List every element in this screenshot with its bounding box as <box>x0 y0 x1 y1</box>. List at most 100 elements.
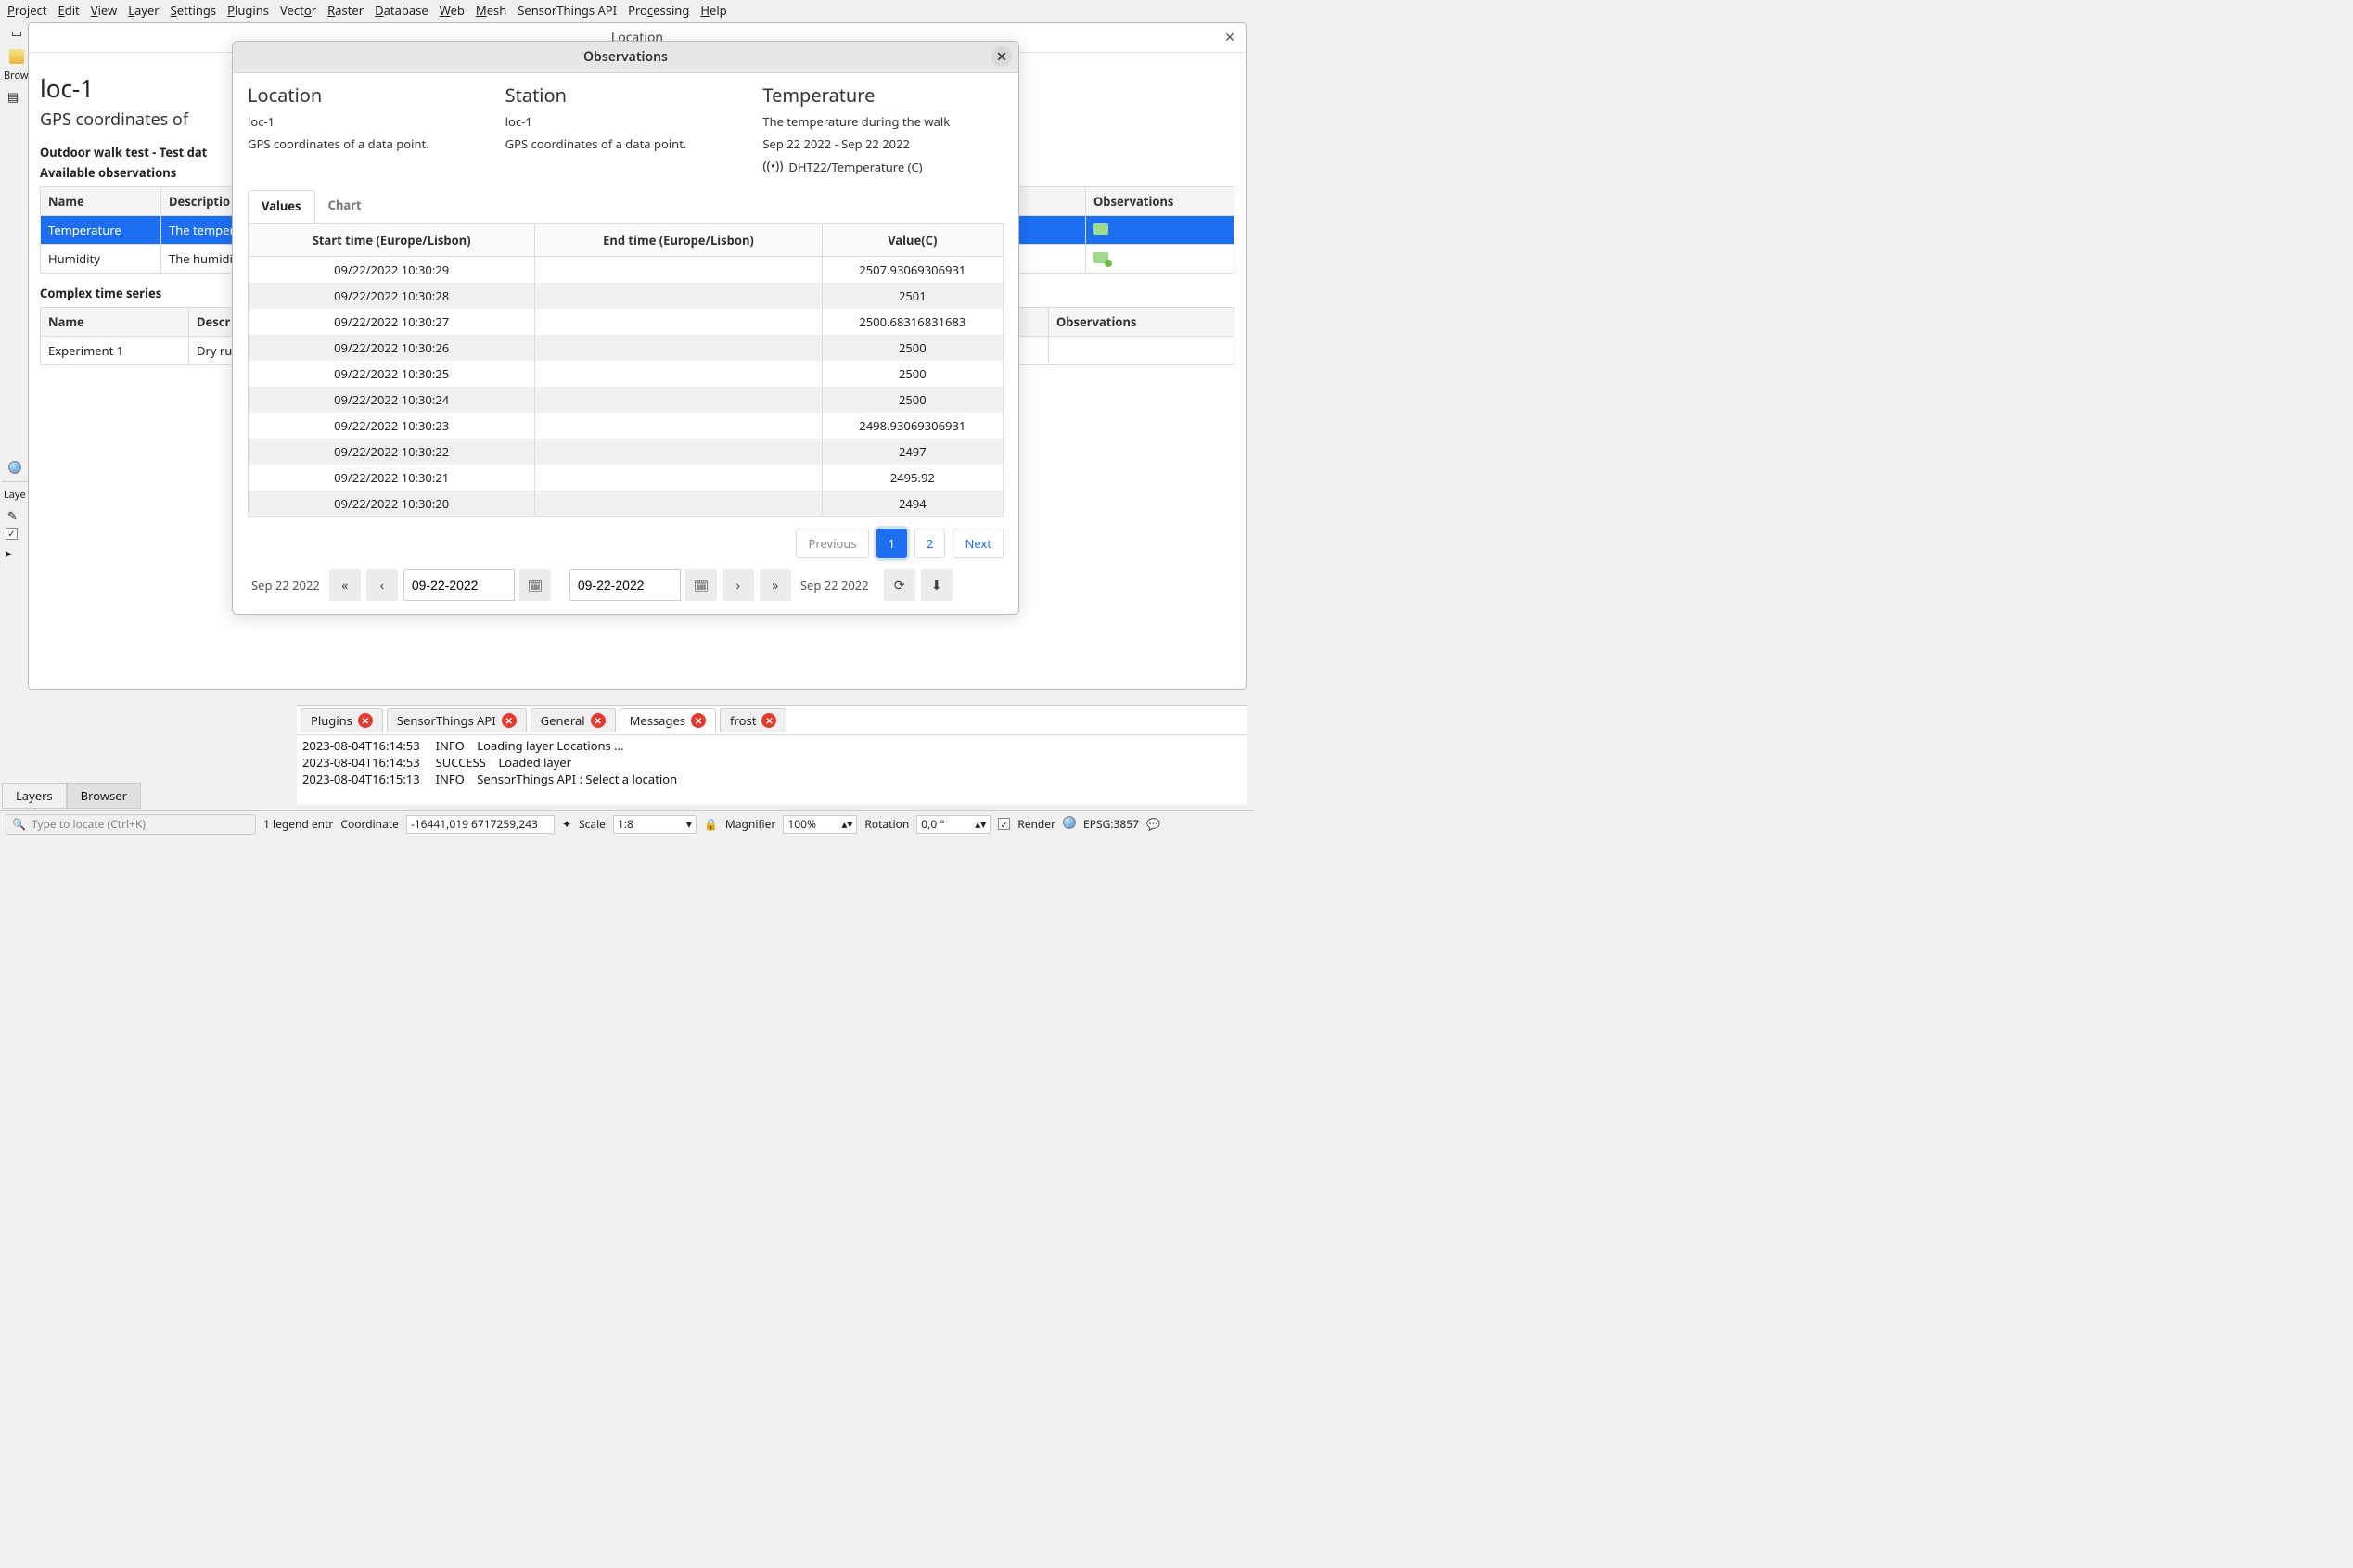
location-info: Location loc-1 GPS coordinates of a data… <box>248 83 489 181</box>
close-tab-icon[interactable]: ✕ <box>591 713 606 728</box>
col-name: Name <box>41 308 189 337</box>
globe-icon[interactable] <box>8 461 23 478</box>
search-icon: 🔍 <box>12 816 26 832</box>
legend-entries: 1 legend entr <box>263 816 333 832</box>
layer-visibility-checkbox[interactable]: ✓ <box>6 528 18 540</box>
close-tab-icon[interactable]: ✕ <box>761 713 776 728</box>
first-page-icon[interactable]: « <box>329 569 361 601</box>
left-dock: Brow ▤ Laye ✎ ✓ ▸ <box>0 67 32 781</box>
start-date-input[interactable] <box>403 569 515 601</box>
menu-layer[interactable]: Layer <box>128 2 159 19</box>
rotation-field[interactable]: 0,0 °▴▾ <box>916 815 991 834</box>
db-icon[interactable] <box>7 47 26 66</box>
download-icon[interactable]: ⬇ <box>921 569 953 601</box>
rotation-label: Rotation <box>864 816 909 832</box>
end-date-input[interactable] <box>569 569 681 601</box>
browser-panel-title: Brow <box>0 67 32 84</box>
close-tab-icon[interactable]: ✕ <box>691 713 706 728</box>
tab-values[interactable]: Values <box>248 190 315 223</box>
page-2-button[interactable]: 2 <box>914 529 945 558</box>
dialog-title: Observations ✕ <box>233 42 1018 73</box>
coordinate-field[interactable]: -16441,019 6717259,243 <box>406 815 555 834</box>
table-row[interactable]: 09/22/2022 10:30:252500 <box>249 361 1004 387</box>
render-checkbox[interactable]: ✓ <box>998 818 1010 830</box>
table-row[interactable]: 09/22/2022 10:30:232498.93069306931 <box>249 413 1004 439</box>
bottom-panel-tabs: Layers Browser <box>2 783 141 809</box>
menu-vector[interactable]: Vector <box>280 2 316 19</box>
layers-panel-title: Laye <box>0 486 32 504</box>
col-observations: Observations <box>1086 187 1234 216</box>
col-value[interactable]: Value(C) <box>822 224 1003 257</box>
log-panel: Plugins✕ SensorThings API✕ General✕ Mess… <box>297 705 1247 805</box>
close-icon[interactable]: ✕ <box>1221 29 1238 45</box>
prev-button[interactable]: Previous <box>796 529 868 558</box>
menu-web[interactable]: Web <box>440 2 465 19</box>
locator-input[interactable]: 🔍 Type to locate (Ctrl+K) <box>6 814 256 835</box>
menu-view[interactable]: View <box>91 2 117 19</box>
tab-browser[interactable]: Browser <box>67 783 141 809</box>
tabs: Values Chart <box>248 190 1004 223</box>
menu-processing[interactable]: Processing <box>628 2 689 19</box>
table-row[interactable]: 09/22/2022 10:30:202494 <box>249 491 1004 517</box>
page-1-button[interactable]: 1 <box>876 529 907 558</box>
scale-field[interactable]: 1:8▾ <box>613 815 697 834</box>
col-end-time[interactable]: End time (Europe/Lisbon) <box>535 224 822 257</box>
next-button[interactable]: Next <box>953 529 1004 558</box>
messages-icon[interactable]: 💬 <box>1146 816 1160 832</box>
col-name: Name <box>41 187 161 216</box>
render-label: Render <box>1017 816 1055 832</box>
observations-icon[interactable] <box>1093 223 1108 235</box>
scale-label: Scale <box>579 816 606 832</box>
lock-icon[interactable]: 🔒 <box>704 816 718 832</box>
table-row[interactable]: 09/22/2022 10:30:242500 <box>249 387 1004 413</box>
tab-chart[interactable]: Chart <box>315 190 375 223</box>
refresh-icon[interactable]: ⟳ <box>884 569 915 601</box>
temperature-info: Temperature The temperature during the w… <box>762 83 1004 181</box>
toolbar-placeholder-icon[interactable]: ▭ <box>7 23 26 42</box>
crs-icon[interactable] <box>1063 816 1076 833</box>
magnifier-field[interactable]: 100%▴▾ <box>783 815 857 834</box>
log-tab-general[interactable]: General✕ <box>531 708 616 732</box>
log-tab-plugins[interactable]: Plugins✕ <box>301 708 383 732</box>
status-bar: 🔍 Type to locate (Ctrl+K) 1 legend entr … <box>0 810 1254 836</box>
col-start-time[interactable]: Start time (Europe/Lisbon) <box>249 224 535 257</box>
col-observations: Observations <box>1049 308 1234 337</box>
last-page-icon[interactable]: » <box>760 569 791 601</box>
table-row[interactable]: 09/22/2022 10:30:212495.92 <box>249 465 1004 491</box>
menu-sensorthings[interactable]: SensorThings API <box>518 2 617 19</box>
station-info: Station loc-1 GPS coordinates of a data … <box>505 83 747 181</box>
menu-help[interactable]: Help <box>700 2 726 19</box>
observations-icon[interactable] <box>1093 252 1108 263</box>
calendar-icon[interactable]: 🗓 <box>685 569 717 601</box>
toggle-extents-icon[interactable]: ✦ <box>562 816 571 832</box>
observations-dialog: Observations ✕ Location loc-1 GPS coordi… <box>232 41 1019 615</box>
next-icon[interactable]: › <box>723 569 754 601</box>
menu-edit[interactable]: Edit <box>58 2 79 19</box>
browser-tool-icon[interactable]: ▤ <box>7 88 24 101</box>
menu-database[interactable]: Database <box>375 2 428 19</box>
table-row[interactable]: 09/22/2022 10:30:222497 <box>249 439 1004 465</box>
menu-project[interactable]: Project <box>7 2 46 19</box>
menu-raster[interactable]: Raster <box>327 2 364 19</box>
log-tab-sensorthings[interactable]: SensorThings API✕ <box>387 708 527 732</box>
tab-layers[interactable]: Layers <box>2 783 67 809</box>
table-row[interactable]: 09/22/2022 10:30:272500.68316831683 <box>249 309 1004 335</box>
sensor-icon: ((•)) <box>762 158 783 175</box>
table-row[interactable]: 09/22/2022 10:30:292507.93069306931 <box>249 257 1004 284</box>
start-date-label: Sep 22 2022 <box>248 577 324 593</box>
table-row[interactable]: 09/22/2022 10:30:282501 <box>249 283 1004 309</box>
table-row[interactable]: 09/22/2022 10:30:262500 <box>249 335 1004 361</box>
magnifier-label: Magnifier <box>725 816 775 832</box>
close-tab-icon[interactable]: ✕ <box>358 713 373 728</box>
calendar-icon[interactable]: 🗓 <box>519 569 551 601</box>
epsg-label[interactable]: EPSG:3857 <box>1083 816 1139 832</box>
style-icon[interactable]: ✎ <box>7 507 24 520</box>
prev-icon[interactable]: ‹ <box>366 569 398 601</box>
log-tab-frost[interactable]: frost✕ <box>720 708 786 732</box>
menu-settings[interactable]: Settings <box>171 2 216 19</box>
close-icon[interactable]: ✕ <box>991 46 1012 67</box>
close-tab-icon[interactable]: ✕ <box>502 713 517 728</box>
menu-mesh[interactable]: Mesh <box>476 2 506 19</box>
menu-plugins[interactable]: Plugins <box>227 2 269 19</box>
log-tab-messages[interactable]: Messages✕ <box>620 708 716 732</box>
